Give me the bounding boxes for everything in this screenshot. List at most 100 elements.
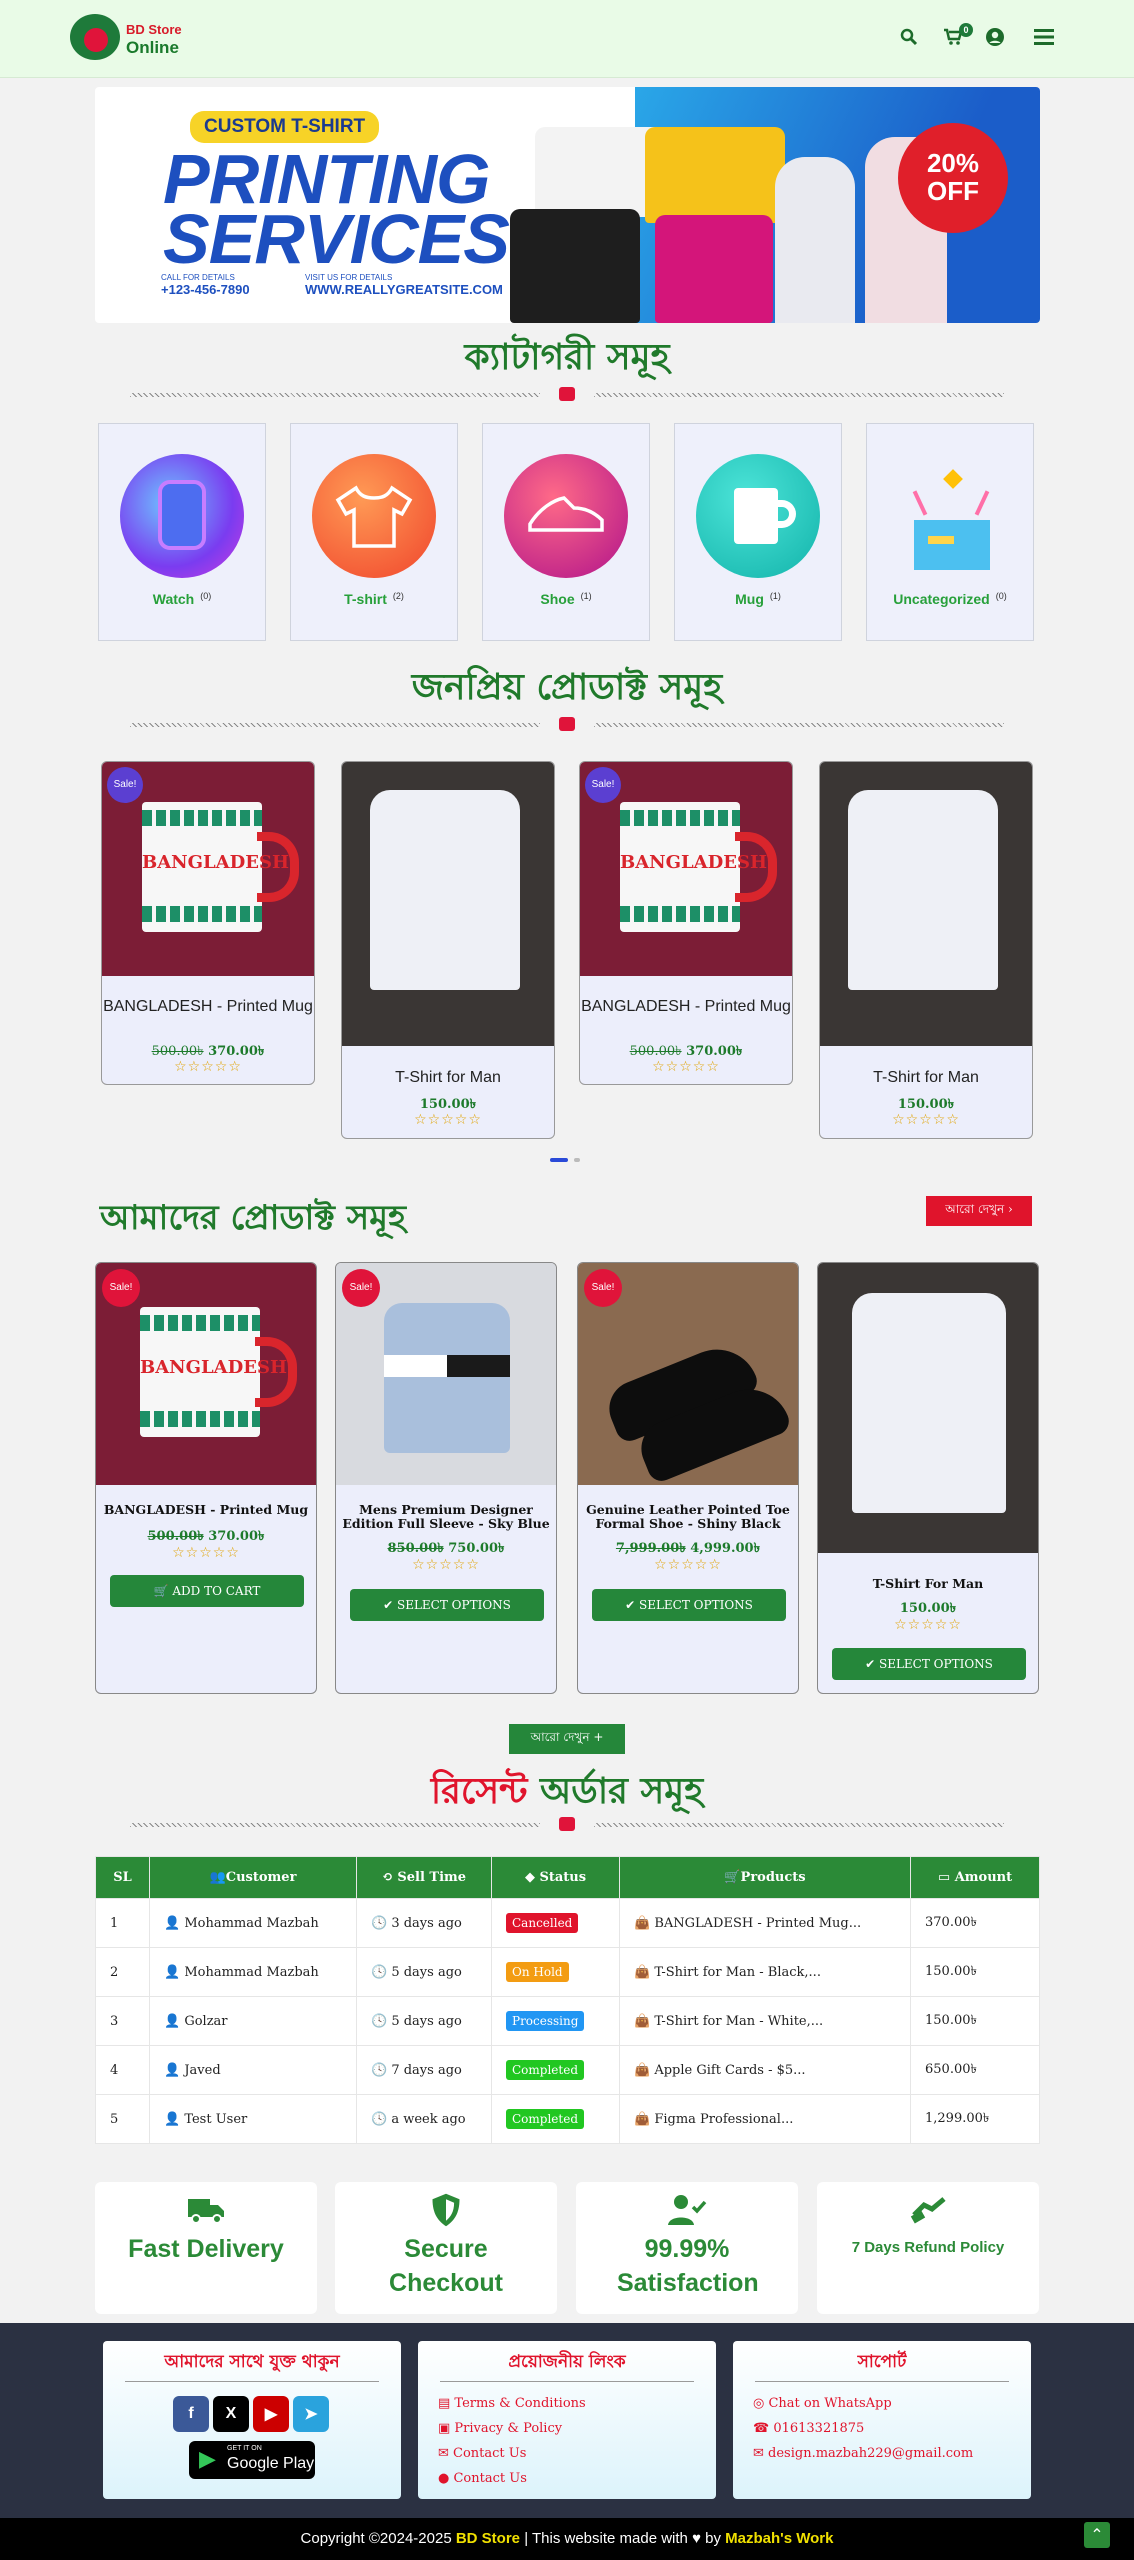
- tshirt-image: [820, 762, 1032, 1046]
- logo-flag-dot: [84, 28, 108, 52]
- more-button[interactable]: আরো দেখুন ›: [926, 1196, 1032, 1226]
- product-name[interactable]: T-Shirt for Man: [342, 1069, 554, 1087]
- category-label: T-shirt (2): [344, 591, 404, 607]
- column-header: ⟲ Sell Time: [356, 1856, 492, 1899]
- tshirt-icon: [312, 454, 436, 578]
- author-link[interactable]: Mazbah's Work: [725, 2530, 833, 2547]
- product-card[interactable]: Sale! Genuine Leather Pointed Toe Formal…: [577, 1262, 799, 1694]
- feature-card: Fast Delivery: [95, 2182, 317, 2314]
- footer-link-terms[interactable]: ▤ Terms & Conditions: [438, 2396, 586, 2411]
- product-name[interactable]: BANGLADESH - Printed Mug: [102, 998, 314, 1016]
- check-icon: ✔: [383, 1598, 397, 1612]
- select-options-button[interactable]: ✔ SELECT OPTIONS: [832, 1648, 1026, 1680]
- slider-dot-active[interactable]: [550, 1158, 568, 1162]
- category-card-uncategorized[interactable]: Uncategorized (0): [866, 423, 1034, 641]
- column-header: 👥Customer: [149, 1856, 357, 1899]
- heart-icon: ♥: [692, 2530, 701, 2547]
- order-sl: 5: [95, 2094, 150, 2144]
- order-customer: 👤 Javed: [149, 2045, 357, 2095]
- category-card-watch[interactable]: Watch (0): [98, 423, 266, 641]
- popular-product-card[interactable]: BANGLADESH Sale! BANGLADESH - Printed Mu…: [579, 761, 793, 1085]
- category-card-shoe[interactable]: Shoe (1): [482, 423, 650, 641]
- product-card[interactable]: Sale! Mens Premium Designer Edition Full…: [335, 1262, 557, 1694]
- status-icon: ◆: [524, 1870, 540, 1885]
- clock-icon: 🕓: [371, 2013, 392, 2029]
- telegram-icon[interactable]: ➤: [293, 2396, 329, 2432]
- order-sl: 1: [95, 1898, 150, 1948]
- discount-value: 20%: [926, 148, 980, 178]
- cart-count-badge: 0: [959, 23, 973, 37]
- product-name[interactable]: T-Shirt For Man: [818, 1577, 1038, 1591]
- facebook-icon[interactable]: f: [173, 2396, 209, 2432]
- rating-stars: ☆☆☆☆☆: [414, 1112, 482, 1128]
- banner-call-label: CALL FOR DETAILS: [161, 273, 235, 282]
- google-play-label: Google Play: [227, 2455, 315, 2472]
- add-to-cart-button[interactable]: 🛒 ADD TO CART: [110, 1575, 304, 1607]
- banner-phone: +123-456-7890: [161, 282, 250, 297]
- google-play-button[interactable]: ▶ GET IT ON Google Play: [189, 2441, 315, 2479]
- check-icon: ✔: [625, 1598, 639, 1612]
- footer-heading: আমাদের সাথে যুক্ত থাকুন: [164, 2352, 340, 2372]
- select-options-button[interactable]: ✔ SELECT OPTIONS: [592, 1589, 786, 1621]
- order-time: 🕓 5 days ago: [356, 1996, 492, 2046]
- youtube-icon[interactable]: ▶: [253, 2396, 289, 2432]
- search-icon[interactable]: [896, 22, 922, 52]
- product-card[interactable]: BANGLADESH Sale! BANGLADESH - Printed Mu…: [95, 1262, 317, 1694]
- status-badge: On Hold: [506, 1962, 569, 1982]
- site-header: BD Store Online 0: [0, 0, 1134, 78]
- order-product: 👜 Figma Professional...: [619, 2094, 911, 2144]
- tshirt-image: [342, 762, 554, 1046]
- footer-connect-box: আমাদের সাথে যুক্ত থাকুন f X ▶ ➤ ▶ GET IT…: [103, 2341, 401, 2499]
- product-name[interactable]: Mens Premium Designer Edition Full Sleev…: [336, 1503, 556, 1531]
- brand-link[interactable]: BD Store: [456, 2530, 520, 2547]
- footer-link-contact[interactable]: ✉ Contact Us: [438, 2446, 526, 2461]
- user-icon: 👤: [164, 1964, 185, 1980]
- watch-icon: [120, 454, 244, 578]
- sale-badge: Sale!: [585, 767, 621, 803]
- cart-icon: 🛒: [153, 1584, 173, 1598]
- product-name[interactable]: Genuine Leather Pointed Toe Formal Shoe …: [578, 1503, 798, 1531]
- footer-links-box: প্রয়োজনীয় লিংক ▤ Terms & Conditions ▣ …: [418, 2341, 716, 2499]
- whatsapp-link[interactable]: ◎ Chat on WhatsApp: [753, 2396, 892, 2411]
- user-icon: 👤: [164, 2062, 185, 2078]
- banner-contact: CALL FOR DETAILS +123-456-7890: [161, 273, 250, 297]
- clock-icon: 🕓: [371, 1964, 392, 1980]
- popular-product-card[interactable]: T-Shirt for Man 150.00৳ ☆☆☆☆☆: [819, 761, 1033, 1139]
- popular-product-card[interactable]: T-Shirt for Man 150.00৳ ☆☆☆☆☆: [341, 761, 555, 1139]
- slider-pagination[interactable]: [550, 1158, 580, 1162]
- x-twitter-icon[interactable]: X: [213, 2396, 249, 2432]
- category-label: Uncategorized (0): [893, 591, 1007, 607]
- product-name[interactable]: T-Shirt for Man: [820, 1069, 1032, 1087]
- footer-link-contact-2[interactable]: ● Contact Us: [438, 2471, 527, 2486]
- user-icon: 👤: [164, 2111, 185, 2127]
- scroll-to-top-button[interactable]: ⌃: [1084, 2522, 1110, 2548]
- order-status: Processing: [491, 1996, 620, 2046]
- table-row: 3 👤 Golzar 🕓 5 days ago Processing 👜 T-Shirt…: [95, 1996, 1040, 2046]
- black-shirt-image: [510, 209, 640, 323]
- slider-dot[interactable]: [574, 1158, 580, 1162]
- banner-visit-label: VISIT US FOR DETAILS: [305, 273, 393, 282]
- envelope-icon: ✉: [438, 2446, 454, 2461]
- feature-card: 7 Days Refund Policy: [817, 2182, 1039, 2314]
- category-card-tshirt[interactable]: T-shirt (2): [290, 423, 458, 641]
- product-name[interactable]: BANGLADESH - Printed Mug: [96, 1503, 316, 1517]
- order-time: 🕓 5 days ago: [356, 1947, 492, 1997]
- category-card-mug[interactable]: Mug (1): [674, 423, 842, 641]
- product-name[interactable]: BANGLADESH - Printed Mug: [580, 998, 792, 1016]
- product-card[interactable]: T-Shirt For Man 150.00৳ ☆☆☆☆☆ ✔ SELECT O…: [817, 1262, 1039, 1694]
- feature-title: Secure Checkout: [389, 2235, 503, 2297]
- hero-banner[interactable]: CUSTOM T-SHIRT PRINTING SERVICES CALL FO…: [95, 87, 1040, 323]
- popular-product-card[interactable]: BANGLADESH Sale! BANGLADESH - Printed Mu…: [101, 761, 315, 1085]
- user-icon[interactable]: [982, 22, 1008, 52]
- email-link[interactable]: ✉ design.mazbah229@gmail.com: [753, 2446, 973, 2461]
- site-logo[interactable]: BD Store Online: [70, 14, 190, 64]
- see-more-button[interactable]: আরো দেখুন +: [509, 1724, 625, 1754]
- menu-icon[interactable]: [1030, 22, 1058, 52]
- table-row: 1 👤 Mohammad Mazbah 🕓 3 days ago Cancelled 👜…: [95, 1898, 1040, 1948]
- footer-link-privacy[interactable]: ▣ Privacy & Policy: [438, 2421, 562, 2436]
- phone-link[interactable]: ☎ 01613321875: [753, 2421, 864, 2436]
- table-row: 4 👤 Javed 🕓 7 days ago Completed 👜 Apple Gif…: [95, 2045, 1040, 2095]
- select-options-button[interactable]: ✔ SELECT OPTIONS: [350, 1589, 544, 1621]
- google-play-top: GET IT ON: [227, 2445, 262, 2452]
- order-customer: 👤 Mohammad Mazbah: [149, 1947, 357, 1997]
